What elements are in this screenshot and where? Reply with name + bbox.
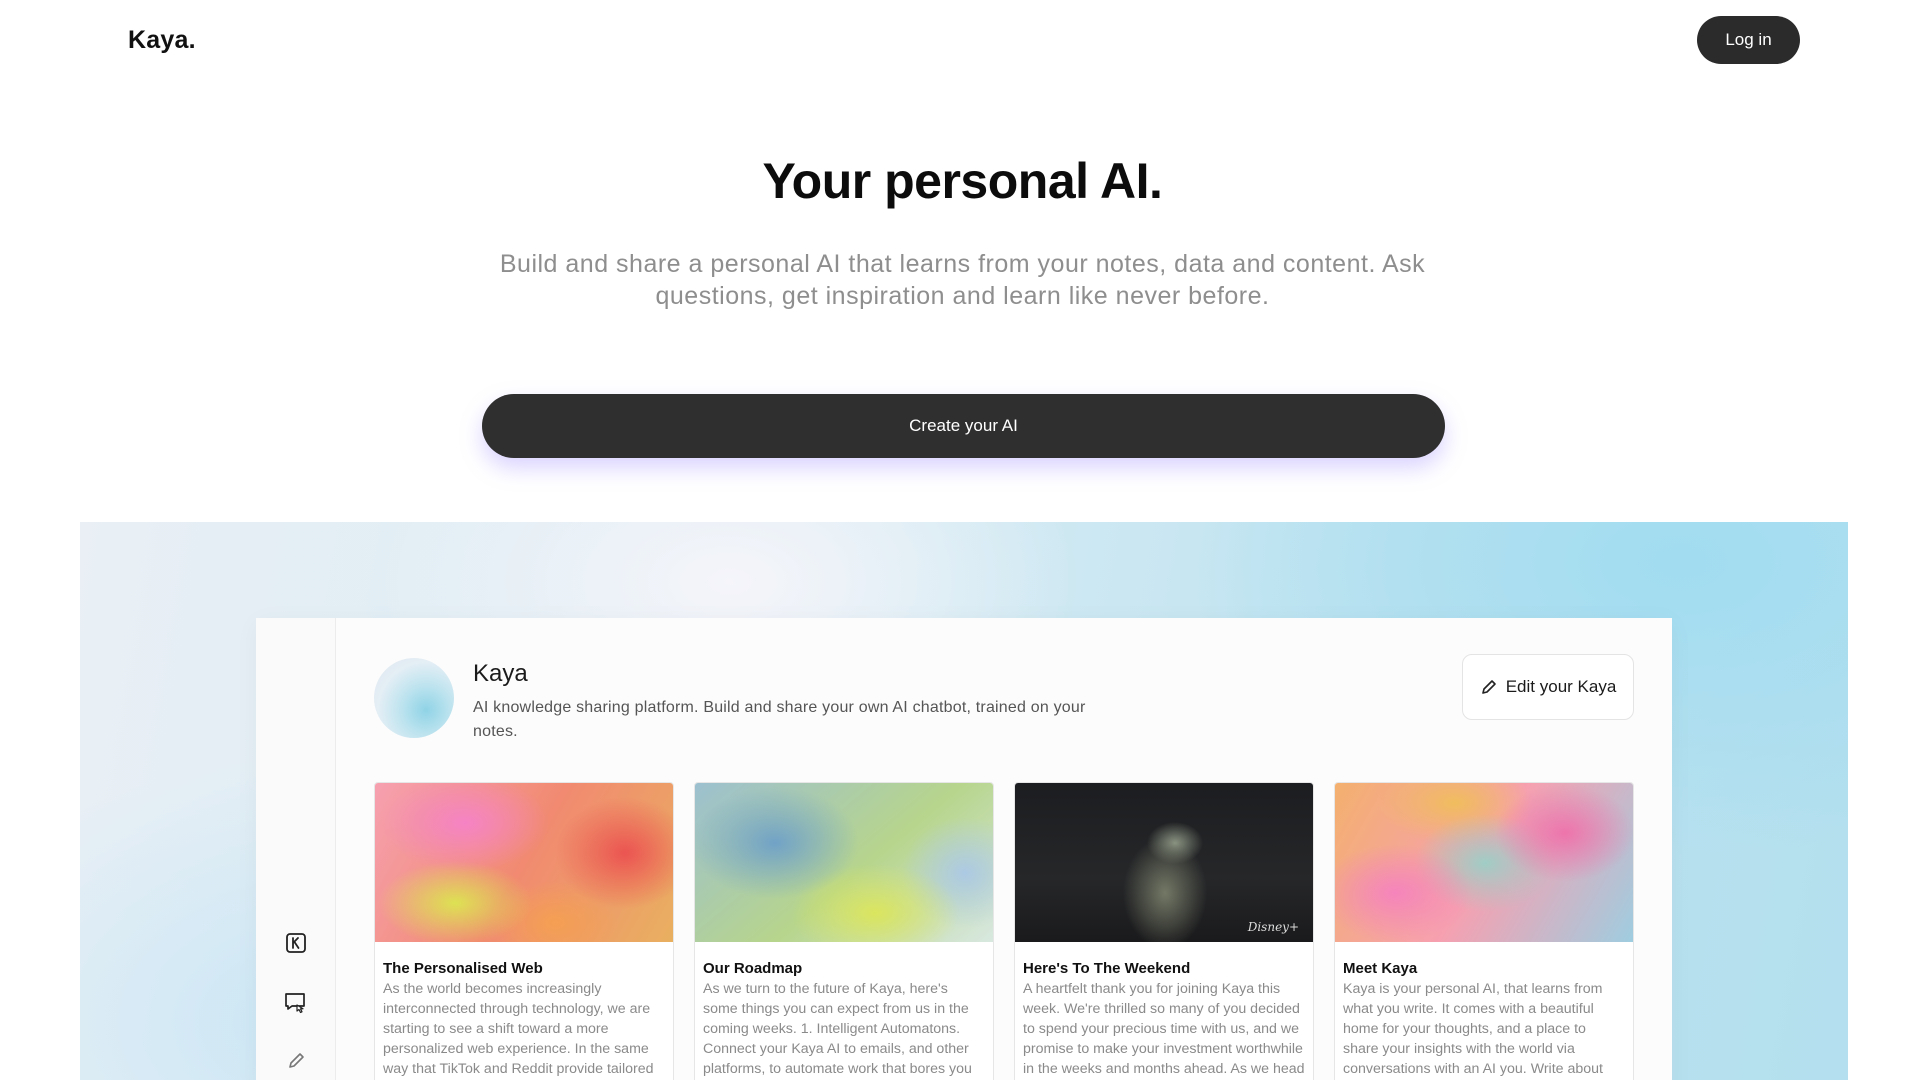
hero-title: Your personal AI. xyxy=(762,153,1163,209)
post-card[interactable]: The Personalised Web As the world become… xyxy=(374,782,674,1080)
card-excerpt: Kaya is your personal AI, that learns fr… xyxy=(1343,981,1603,1077)
card-title: The Personalised Web xyxy=(383,960,543,977)
card-title: Here's To The Weekend xyxy=(1023,960,1191,977)
card-image xyxy=(375,783,673,942)
card-image xyxy=(1335,783,1633,942)
card-title: Meet Kaya xyxy=(1343,960,1418,977)
card-excerpt: A heartfelt thank you for joining Kaya t… xyxy=(1023,981,1305,1077)
app-window: Kaya AI knowledge sharing platform. Buil… xyxy=(256,618,1672,1080)
hero-subtitle: Build and share a personal AI that learn… xyxy=(499,250,1426,310)
card-title: Our Roadmap xyxy=(703,960,803,977)
card-image xyxy=(695,783,993,942)
post-card[interactable]: Disney+ Here's To The Weekend A heartfel… xyxy=(1014,782,1314,1080)
edit-kaya-button[interactable]: Edit your Kaya xyxy=(1462,654,1634,720)
disney-plus-watermark: Disney+ xyxy=(1247,920,1299,934)
create-ai-button[interactable]: Create your AI xyxy=(482,394,1445,458)
card-excerpt: As the world becomes increasingly interc… xyxy=(383,981,654,1077)
card-image: Disney+ xyxy=(1015,783,1313,942)
edit-pencil-icon[interactable] xyxy=(283,1048,309,1074)
login-button[interactable]: Log in xyxy=(1697,16,1800,64)
product-preview: Kaya AI knowledge sharing platform. Buil… xyxy=(80,522,1848,1080)
profile-description: AI knowledge sharing platform. Build and… xyxy=(473,699,1086,740)
card-excerpt: As we turn to the future of Kaya, here's… xyxy=(703,981,972,1077)
edit-kaya-label: Edit your Kaya xyxy=(1505,677,1617,696)
post-card[interactable]: Meet Kaya Kaya is your personal AI, that… xyxy=(1334,782,1634,1080)
profile-name: Kaya xyxy=(473,660,528,687)
logo[interactable]: Kaya. xyxy=(128,26,196,55)
kaya-logo-icon[interactable] xyxy=(283,930,309,956)
profile-avatar xyxy=(374,658,454,738)
sidebar-rail xyxy=(256,618,336,1080)
post-card[interactable]: Our Roadmap As we turn to the future of … xyxy=(694,782,994,1080)
chat-icon[interactable] xyxy=(283,990,309,1016)
pencil-icon xyxy=(1481,680,1496,694)
